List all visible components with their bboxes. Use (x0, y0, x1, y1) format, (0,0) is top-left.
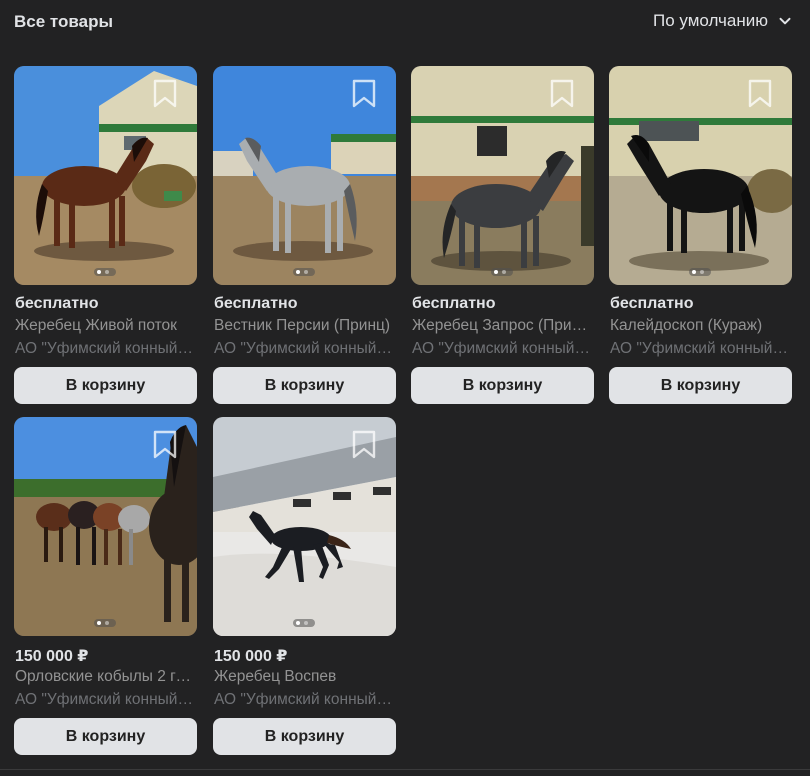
product-price: бесплатно (214, 295, 298, 312)
carousel-dots (293, 619, 315, 627)
sort-dropdown[interactable]: По умолчанию (653, 11, 792, 31)
product-name[interactable]: Жеребец Живой поток (15, 317, 197, 335)
add-to-cart-button[interactable]: В корзину (14, 718, 197, 755)
product-photo[interactable] (609, 66, 792, 285)
product-price: бесплатно (15, 295, 99, 312)
bookmark-icon[interactable] (350, 429, 378, 461)
add-to-cart-button[interactable]: В корзину (213, 367, 396, 404)
catalog-header: Все товары По умолчанию (0, 0, 810, 46)
product-name[interactable]: Вестник Персии (Принц) (214, 317, 396, 335)
add-to-cart-button[interactable]: В корзину (411, 367, 594, 404)
product-card: 150 000 ₽ Жеребец Воспев АО "Уфимский ко… (213, 417, 396, 757)
product-price: бесплатно (412, 295, 496, 312)
product-card: 150 000 ₽ Орловские кобылы 2 года АО "Уф… (14, 417, 197, 757)
bookmark-icon[interactable] (151, 429, 179, 461)
carousel-dots (491, 268, 513, 276)
product-card: бесплатно Вестник Персии (Принц) АО "Уфи… (213, 66, 396, 406)
product-photo[interactable] (14, 417, 197, 636)
add-to-cart-button[interactable]: В корзину (609, 367, 792, 404)
seller-name[interactable]: АО "Уфимский конный завод" (214, 340, 396, 358)
page-title: Все товары (14, 12, 113, 31)
add-to-cart-button[interactable]: В корзину (14, 367, 197, 404)
add-to-cart-button[interactable]: В корзину (213, 718, 396, 755)
seller-name[interactable]: АО "Уфимский конный завод" (610, 340, 792, 358)
carousel-dots (94, 619, 116, 627)
product-photo[interactable] (213, 66, 396, 285)
product-name[interactable]: Жеребец Воспев (214, 668, 396, 686)
product-card: бесплатно Жеребец Запрос (Прибой) АО "Уф… (411, 66, 594, 406)
seller-name[interactable]: АО "Уфимский конный завод" (15, 691, 197, 709)
product-price: 150 000 ₽ (15, 648, 89, 665)
product-price: 150 000 ₽ (214, 648, 288, 665)
product-price: бесплатно (610, 295, 694, 312)
carousel-dots (689, 268, 711, 276)
carousel-dots (293, 268, 315, 276)
product-card: бесплатно Калейдоскоп (Кураж) АО "Уфимск… (609, 66, 792, 406)
seller-name[interactable]: АО "Уфимский конный завод" (412, 340, 594, 358)
seller-name[interactable]: АО "Уфимский конный завод" (214, 691, 396, 709)
bookmark-icon[interactable] (151, 78, 179, 110)
bookmark-icon[interactable] (350, 78, 378, 110)
product-photo[interactable] (411, 66, 594, 285)
bookmark-icon[interactable] (548, 78, 576, 110)
product-name[interactable]: Жеребец Запрос (Прибой) (412, 317, 594, 335)
sort-label: По умолчанию (653, 11, 768, 30)
carousel-dots (94, 268, 116, 276)
product-card: бесплатно Жеребец Живой поток АО "Уфимск… (14, 66, 197, 406)
product-photo[interactable] (213, 417, 396, 636)
bookmark-icon[interactable] (746, 78, 774, 110)
product-name[interactable]: Орловские кобылы 2 года (15, 668, 197, 686)
seller-name[interactable]: АО "Уфимский конный завод" (15, 340, 197, 358)
product-name[interactable]: Калейдоскоп (Кураж) (610, 317, 792, 335)
product-photo[interactable] (14, 66, 197, 285)
chevron-down-icon (779, 17, 791, 25)
divider (0, 769, 810, 770)
